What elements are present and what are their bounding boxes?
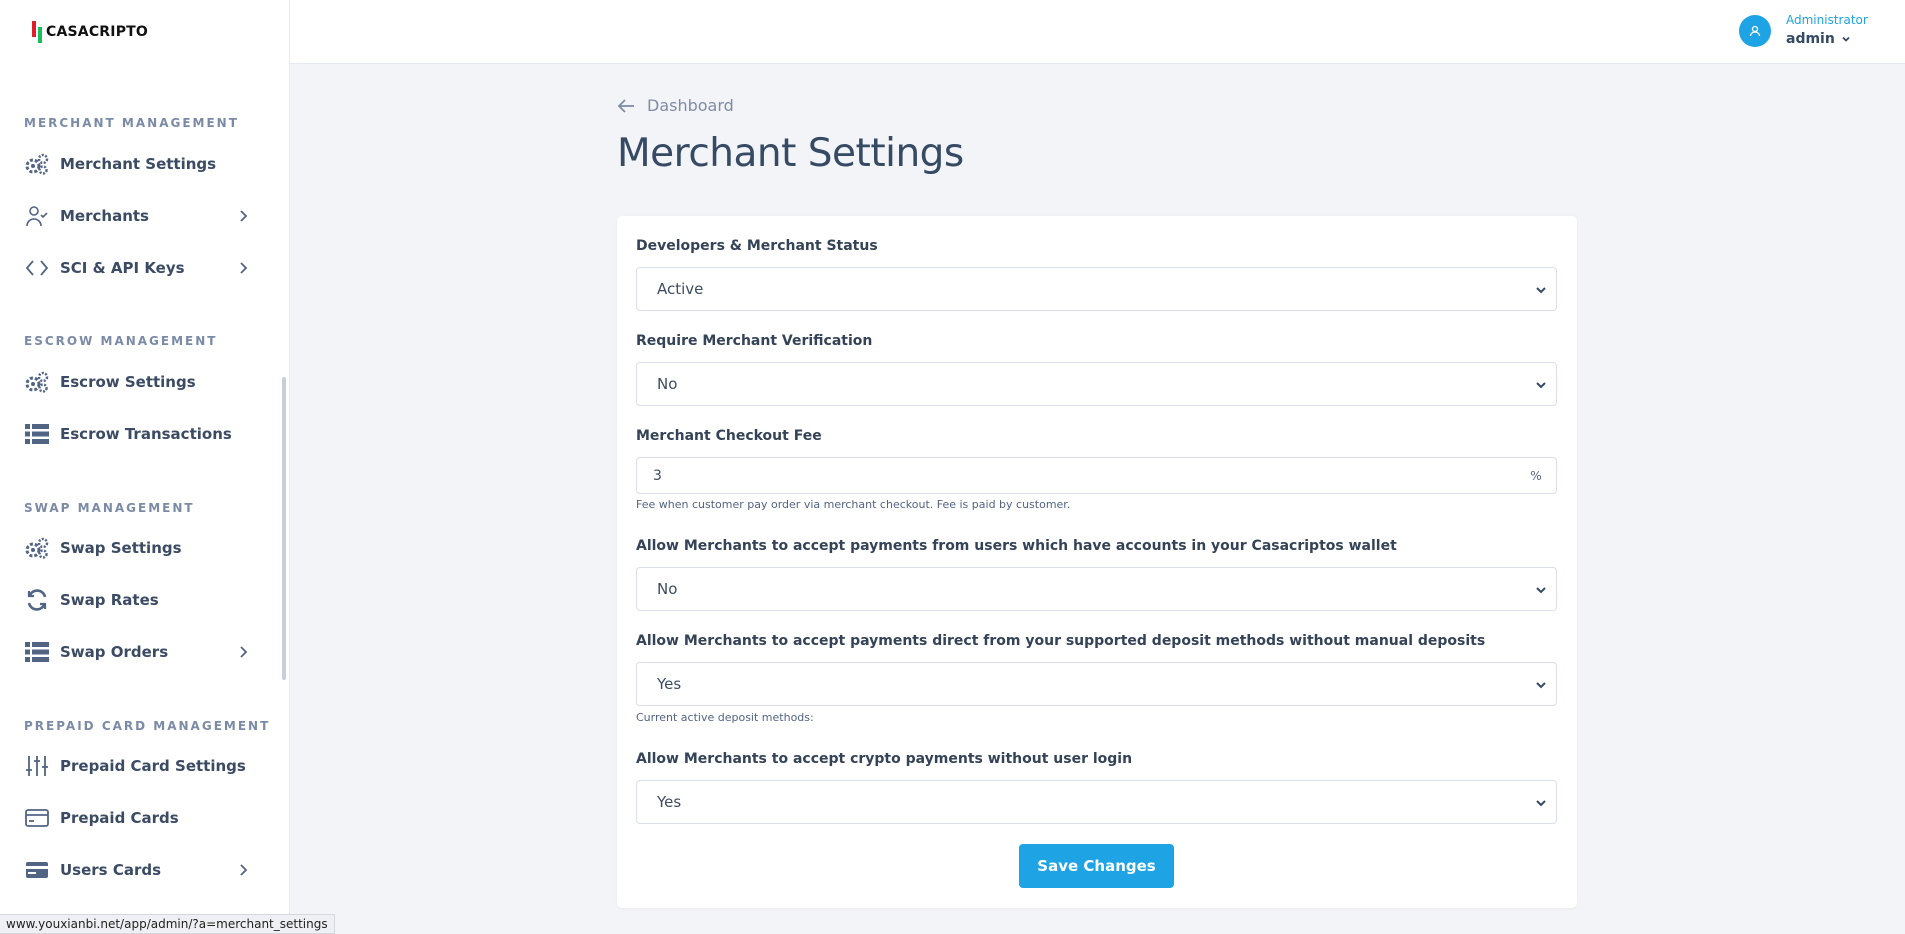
deposit-payments-select[interactable]: Yes bbox=[636, 662, 1557, 706]
list-table-icon bbox=[24, 639, 50, 665]
status-bar-url: www.youxianbi.net/app/admin/?a=merchant_… bbox=[0, 914, 335, 934]
gears-icon bbox=[24, 151, 50, 177]
sidebar-item-escrow-transactions[interactable]: Escrow Transactions bbox=[24, 414, 259, 454]
sidebar-item-prepaid-cards[interactable]: Prepaid Cards bbox=[24, 798, 259, 838]
user-menu-toggle[interactable]: admin bbox=[1786, 31, 1851, 47]
sliders-icon bbox=[24, 753, 50, 779]
crypto-payments-select[interactable]: Yes bbox=[636, 780, 1557, 824]
status-select-value: Active bbox=[657, 280, 704, 298]
sidebar-item-merchant-settings[interactable]: Merchant Settings bbox=[24, 144, 259, 184]
list-table-icon bbox=[24, 421, 50, 447]
sidebar-item-swap-settings[interactable]: Swap Settings bbox=[24, 528, 259, 568]
chevron-right-icon bbox=[240, 262, 248, 274]
logo-mark-icon bbox=[30, 19, 44, 45]
checkout-fee-help: Fee when customer pay order via merchant… bbox=[636, 498, 1071, 511]
sidebar-item-swap-rates[interactable]: Swap Rates bbox=[24, 580, 259, 620]
chevron-down-icon bbox=[1536, 587, 1546, 594]
status-select[interactable]: Active bbox=[636, 267, 1557, 311]
sidebar-item-label: Swap Orders bbox=[60, 643, 169, 661]
sidebar: CASACRIPTO MERCHANT MANAGEMENT Merchant … bbox=[0, 0, 290, 934]
card-icon bbox=[24, 805, 50, 831]
chevron-down-icon bbox=[1842, 36, 1850, 42]
sidebar-item-swap-orders[interactable]: Swap Orders bbox=[24, 632, 259, 672]
chevron-down-icon bbox=[1536, 287, 1546, 294]
sidebar-item-label: Merchant Settings bbox=[60, 155, 217, 173]
gears-icon bbox=[24, 535, 50, 561]
user-role: Administrator bbox=[1786, 13, 1868, 27]
sidebar-item-label: Escrow Settings bbox=[60, 373, 196, 391]
arrow-left-icon bbox=[617, 98, 634, 113]
sidebar-item-label: Merchants bbox=[60, 207, 149, 225]
chevron-down-icon bbox=[1536, 800, 1546, 807]
sidebar-item-label: Prepaid Cards bbox=[60, 809, 179, 827]
sidebar-item-label: Swap Settings bbox=[60, 539, 182, 557]
section-title-escrow: ESCROW MANAGEMENT bbox=[24, 334, 218, 348]
chevron-right-icon bbox=[240, 210, 248, 222]
chevron-right-icon bbox=[240, 864, 248, 876]
chevron-down-icon bbox=[1536, 682, 1546, 689]
sidebar-item-label: Users Cards bbox=[60, 861, 162, 879]
checkout-fee-label: Merchant Checkout Fee bbox=[636, 428, 822, 444]
settings-card: Developers & Merchant Status Active Requ… bbox=[617, 216, 1577, 908]
deposit-payments-label: Allow Merchants to accept payments direc… bbox=[636, 633, 1486, 649]
chevron-right-icon bbox=[240, 646, 248, 658]
sidebar-item-merchants[interactable]: Merchants bbox=[24, 196, 259, 236]
brand-name: CASACRIPTO bbox=[46, 24, 149, 40]
sidebar-item-users-cards[interactable]: Users Cards bbox=[24, 850, 259, 890]
deposit-methods-help: Current active deposit methods: bbox=[636, 711, 814, 724]
brand-logo[interactable]: CASACRIPTO bbox=[30, 18, 148, 46]
wallet-payments-value: No bbox=[657, 580, 678, 598]
deposit-payments-value: Yes bbox=[657, 675, 682, 693]
wallet-payments-label: Allow Merchants to accept payments from … bbox=[636, 538, 1397, 554]
section-title-swap: SWAP MANAGEMENT bbox=[24, 501, 195, 515]
percent-suffix: % bbox=[1530, 468, 1542, 483]
wallet-payments-select[interactable]: No bbox=[636, 567, 1557, 611]
sidebar-nav[interactable]: MERCHANT MANAGEMENT Merchant Settings Me… bbox=[0, 64, 288, 934]
chevron-down-icon bbox=[1536, 382, 1546, 389]
user-check-icon bbox=[24, 203, 50, 229]
crypto-payments-value: Yes bbox=[657, 793, 682, 811]
status-label: Developers & Merchant Status bbox=[636, 238, 878, 254]
user-icon bbox=[1749, 25, 1761, 37]
sidebar-item-label: SCI & API Keys bbox=[60, 259, 185, 277]
sidebar-item-label: Prepaid Card Settings bbox=[60, 757, 246, 775]
gears-icon bbox=[24, 369, 50, 395]
sidebar-item-prepaid-card-settings[interactable]: Prepaid Card Settings bbox=[24, 746, 259, 786]
verification-select-value: No bbox=[657, 375, 678, 393]
crypto-payments-label: Allow Merchants to accept crypto payment… bbox=[636, 751, 1133, 767]
verification-label: Require Merchant Verification bbox=[636, 333, 873, 349]
section-title-merchant: MERCHANT MANAGEMENT bbox=[24, 116, 239, 130]
sidebar-item-escrow-settings[interactable]: Escrow Settings bbox=[24, 362, 259, 402]
sidebar-item-label: Swap Rates bbox=[60, 591, 159, 609]
back-link-label: Dashboard bbox=[647, 96, 734, 115]
page-title: Merchant Settings bbox=[617, 131, 964, 176]
sidebar-item-sci-api-keys[interactable]: SCI & API Keys bbox=[24, 248, 259, 288]
save-changes-button[interactable]: Save Changes bbox=[1019, 844, 1174, 888]
code-icon bbox=[24, 255, 50, 281]
user-avatar[interactable] bbox=[1739, 15, 1771, 47]
sidebar-item-label: Escrow Transactions bbox=[60, 425, 232, 443]
top-header bbox=[290, 0, 1905, 64]
section-title-prepaid: PREPAID CARD MANAGEMENT bbox=[24, 719, 271, 733]
checkout-fee-group: % bbox=[636, 457, 1557, 494]
checkout-fee-input[interactable] bbox=[637, 458, 1516, 493]
back-to-dashboard-link[interactable]: Dashboard bbox=[617, 96, 734, 115]
user-name: admin bbox=[1786, 31, 1835, 47]
refresh-icon bbox=[24, 587, 50, 613]
verification-select[interactable]: No bbox=[636, 362, 1557, 406]
cards-icon bbox=[24, 857, 50, 883]
sidebar-scrollbar[interactable] bbox=[282, 377, 286, 680]
